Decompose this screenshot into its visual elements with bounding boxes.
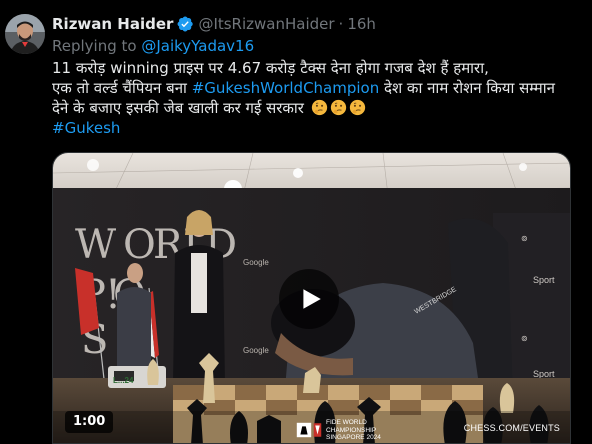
tweet-timestamp[interactable]: 16h bbox=[347, 15, 376, 33]
tweet-text-line: #Gukesh bbox=[52, 118, 572, 138]
thinking-face-icon bbox=[349, 99, 366, 116]
tweet-header: Rizwan Haider @ItsRizwanHaider · 16h bbox=[52, 14, 376, 34]
replying-to: Replying to @JaikyYadav16 bbox=[52, 37, 254, 55]
replying-to-label: Replying to bbox=[52, 37, 142, 55]
svg-text:Sport: Sport bbox=[533, 369, 555, 379]
verified-badge-icon bbox=[176, 15, 194, 33]
hashtag-link[interactable]: #Gukesh bbox=[52, 119, 120, 137]
board-sign-text: L...24 bbox=[113, 376, 134, 385]
event-line: CHAMPIONSHIP bbox=[326, 426, 377, 434]
play-icon bbox=[303, 289, 321, 309]
tweet-text-segment: एक तो वर्ल्ड चैंपियन बना bbox=[52, 79, 192, 97]
video-credit: CHESS.COM/EVENTS bbox=[463, 423, 560, 433]
thinking-face-icon bbox=[311, 99, 328, 116]
video-player[interactable]: WOR LD P!O S ⊚Sport ⊚Sport GoogleGoogle bbox=[52, 152, 571, 444]
fide-logo-icon bbox=[296, 423, 312, 438]
tweet-text-line: देने के बजाए इसकी जेब खाली कर गई सरकार bbox=[52, 98, 572, 118]
author-avatar[interactable] bbox=[5, 14, 45, 54]
hashtag-link[interactable]: #GukeshWorldChampion bbox=[192, 79, 380, 97]
svg-text:W: W bbox=[75, 222, 116, 268]
svg-text:⊚: ⊚ bbox=[521, 234, 528, 243]
event-line: FIDE WORLD bbox=[326, 419, 367, 426]
tweet-text-segment: देने के बजाए इसकी जेब खाली कर गई सरकार bbox=[52, 99, 304, 117]
tweet-text-segment: देश का नाम रोशन किया सम्मान bbox=[379, 79, 555, 97]
svg-text:Google: Google bbox=[243, 258, 269, 267]
svg-text:O: O bbox=[123, 222, 156, 268]
svg-text:Google: Google bbox=[243, 346, 269, 355]
event-line: SINGAPORE 2024 bbox=[326, 434, 381, 441]
header-separator: · bbox=[338, 15, 344, 33]
svg-text:Sport: Sport bbox=[533, 275, 555, 285]
tweet-text: 11 करोड़ winning प्राइस पर 4.67 करोड़ टै… bbox=[52, 58, 572, 138]
svg-text:⊚: ⊚ bbox=[521, 334, 528, 343]
tweet[interactable]: Rizwan Haider @ItsRizwanHaider · 16h Rep… bbox=[0, 0, 592, 444]
thinking-face-icon bbox=[330, 99, 347, 116]
display-name[interactable]: Rizwan Haider bbox=[52, 15, 173, 33]
play-button[interactable] bbox=[279, 269, 339, 329]
championship-emblem-icon bbox=[313, 423, 322, 437]
video-duration: 1:00 bbox=[65, 411, 114, 433]
reply-handle-link[interactable]: @JaikyYadav16 bbox=[141, 37, 254, 55]
author-handle[interactable]: @ItsRizwanHaider bbox=[198, 15, 334, 33]
tweet-text-line: 11 करोड़ winning प्राइस पर 4.67 करोड़ टै… bbox=[52, 59, 489, 77]
avatar-photo-icon bbox=[5, 14, 45, 54]
tweet-text-line: एक तो वर्ल्ड चैंपियन बना #GukeshWorldCha… bbox=[52, 78, 572, 98]
event-logo: FIDE WORLD CHAMPIONSHIP SINGAPORE 2024 bbox=[295, 419, 381, 442]
